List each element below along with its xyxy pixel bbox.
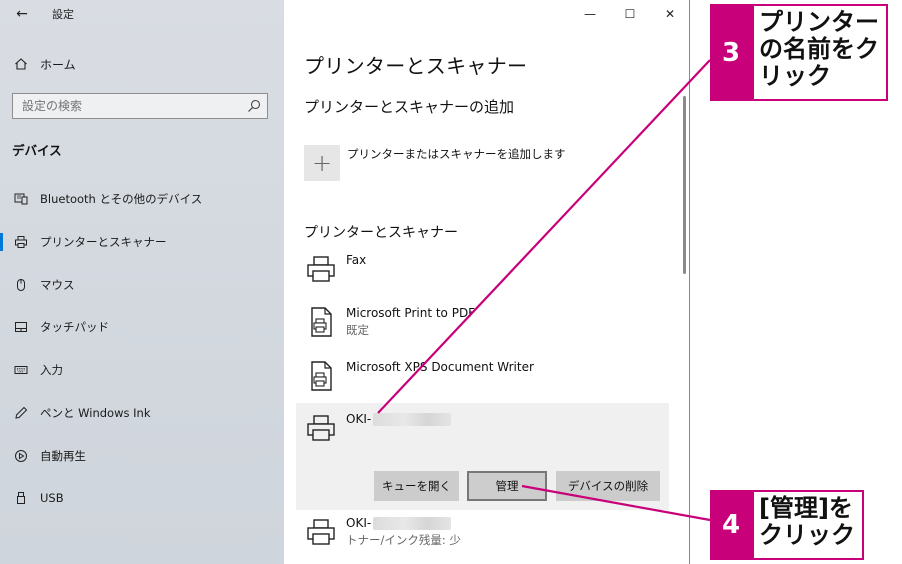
- callout-text-3: プリンター の名前をク リック: [752, 4, 888, 101]
- callout-line-text: [管理]を: [759, 494, 853, 522]
- callout-line-4: [521, 484, 711, 522]
- callout-number-4: 4: [710, 490, 752, 560]
- callout-line-text: クリック: [759, 521, 855, 549]
- callout-line-text: プリンター: [759, 8, 879, 36]
- callout-line-3: [377, 59, 711, 414]
- callout-line-text: リック: [759, 62, 831, 90]
- callout-text-4: [管理]を クリック: [752, 490, 864, 560]
- callout-line-text: の名前をク: [759, 35, 879, 63]
- callout-number-3: 3: [710, 4, 752, 101]
